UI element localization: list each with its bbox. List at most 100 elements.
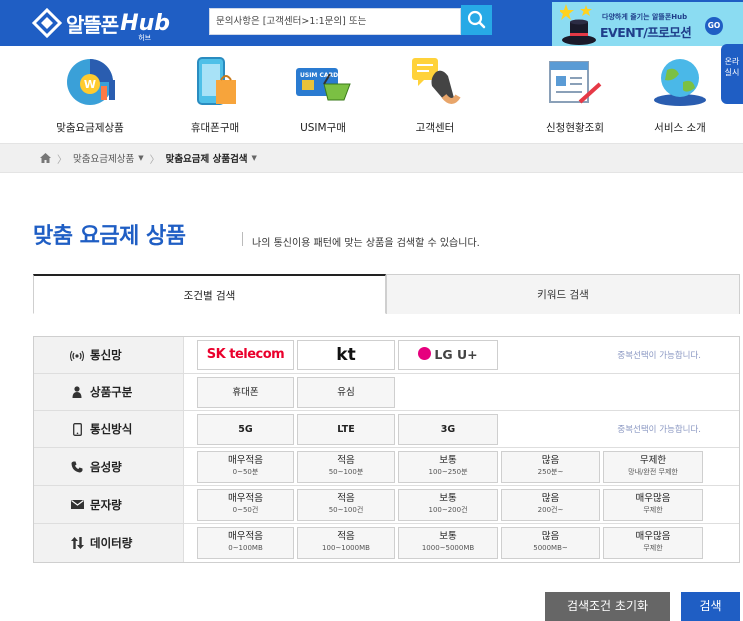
- envelope-icon: [70, 500, 84, 509]
- nav-item-customer-center[interactable]: 고객센터: [385, 46, 485, 143]
- main-nav: W 맞춤요금제상품 휴대폰구매 USIM CARD USIM구매 고객센터 신청…: [0, 46, 743, 143]
- filter-row-carrier: 통신망 SK telecom kt LG U+ 중복선택이 가능합니다.: [34, 337, 739, 374]
- filter-row-voice: 음성량 매우적음 0~50분 적음 50~100분 보통 100~250분 많음…: [34, 448, 739, 486]
- carrier-option-lgu[interactable]: LG U+: [398, 340, 498, 370]
- option-range: 1000~5000MB: [421, 544, 475, 552]
- option-range: 100~250분: [428, 468, 468, 476]
- search-input[interactable]: 문의사항은 [고객센터>1:1문의] 또는: [209, 8, 461, 35]
- data-option-high[interactable]: 많음 5000MB~: [501, 527, 600, 559]
- data-option-very-low[interactable]: 매우적음 0~100MB: [197, 527, 294, 559]
- option-title: 매우적음: [228, 455, 263, 466]
- breadcrumb-item-current[interactable]: 맞춤요금제 상품검색: [166, 151, 248, 165]
- option-title: 적음: [337, 531, 355, 542]
- option-range: 100~1000MB: [322, 544, 370, 552]
- site-logo[interactable]: 알뜰폰 Hub 허브: [32, 6, 170, 42]
- phone-call-icon: [70, 461, 84, 473]
- page-title: 맞춤 요금제 상품: [33, 224, 186, 249]
- network-option-lte[interactable]: LTE: [297, 414, 395, 445]
- option-range: 0~50분: [232, 468, 259, 476]
- option-title: 보통: [439, 455, 457, 466]
- nav-item-application-status[interactable]: 신청현황조회: [520, 46, 630, 143]
- filter-label: 상품구분: [34, 374, 184, 410]
- voice-option-very-low[interactable]: 매우적음 0~50분: [197, 451, 294, 483]
- chevron-down-icon[interactable]: ▼: [252, 154, 257, 162]
- top-header: 알뜰폰 Hub 허브 문의사항은 [고객센터>1:1문의] 또는 다양하게 즐기는…: [0, 0, 743, 46]
- option-range: 무제한: [643, 544, 663, 552]
- sms-option-high[interactable]: 많음 200건~: [501, 489, 600, 521]
- search-icon: [467, 10, 486, 29]
- tab-keyword-search[interactable]: 키워드 검색: [386, 274, 740, 314]
- nav-label: 신청현황조회: [546, 122, 604, 134]
- filter-row-network: 통신방식 5G LTE 3G 중복선택이 가능합니다.: [34, 411, 739, 448]
- event-go-badge[interactable]: GO: [705, 17, 723, 35]
- data-option-low[interactable]: 적음 100~1000MB: [297, 527, 395, 559]
- kt-logo: kt: [336, 345, 356, 365]
- multi-select-note: 중복선택이 가능합니다.: [617, 351, 701, 361]
- side-badge[interactable]: 온라 실시: [721, 44, 743, 104]
- signal-icon: [70, 350, 84, 361]
- tab-condition-search[interactable]: 조건별 검색: [33, 274, 386, 314]
- filter-label-text: 상품구분: [90, 385, 133, 399]
- option-range: 50~100건: [328, 506, 364, 514]
- reset-filters-button[interactable]: 검색조건 초기화: [545, 592, 670, 621]
- event-caption: 다양하게 즐기는 알뜰폰Hub: [602, 13, 688, 21]
- option-title: 매우적음: [228, 531, 263, 542]
- sms-option-low[interactable]: 적음 50~100건: [297, 489, 395, 521]
- product-option-usim[interactable]: 유심: [297, 377, 395, 408]
- svg-text:W: W: [84, 78, 96, 91]
- nav-item-usim-purchase[interactable]: USIM CARD USIM구매: [273, 46, 373, 143]
- phone-shopping-icon: [197, 57, 236, 105]
- filter-label: 음성량: [34, 448, 184, 485]
- logo-text: 알뜰폰: [66, 12, 119, 37]
- breadcrumb-item-rate-plan[interactable]: 맞춤요금제상품: [73, 151, 134, 165]
- product-option-phone[interactable]: 휴대폰: [197, 377, 294, 408]
- event-banner[interactable]: 다양하게 즐기는 알뜰폰Hub EVENT/프로모션 GO: [552, 2, 743, 46]
- customer-center-icon: [412, 58, 461, 104]
- nav-item-service-intro[interactable]: 서비스 소개: [630, 46, 730, 143]
- nav-item-rate-plan[interactable]: W 맞춤요금제상품: [40, 46, 140, 143]
- option-title: 많음: [541, 455, 560, 466]
- data-option-very-high[interactable]: 매우많음 무제한: [603, 527, 703, 559]
- option-title: 매우적음: [228, 493, 263, 504]
- option-title: 무제한: [639, 455, 667, 466]
- page-subtitle: 나의 통신이용 패턴에 맞는 상품을 검색할 수 있습니다.: [252, 238, 480, 249]
- home-icon[interactable]: [40, 153, 51, 163]
- voice-option-low[interactable]: 적음 50~100분: [297, 451, 395, 483]
- carrier-option-sk[interactable]: SK telecom: [197, 340, 294, 370]
- sms-option-normal[interactable]: 보통 100~200건: [398, 489, 498, 521]
- filter-label-text: 통신방식: [90, 422, 133, 436]
- nav-label: 고객센터: [415, 122, 455, 134]
- mobile-phone-icon: [70, 422, 84, 436]
- search-submit-button[interactable]: 검색: [681, 592, 740, 621]
- data-option-normal[interactable]: 보통 1000~5000MB: [398, 527, 498, 559]
- nav-label: 맞춤요금제상품: [56, 122, 124, 134]
- voice-option-high[interactable]: 많음 250분~: [501, 451, 600, 483]
- sms-option-very-high[interactable]: 매우많음 무제한: [603, 489, 703, 521]
- logo-hub: Hub 허브: [120, 11, 170, 42]
- option-title: 많음: [541, 531, 560, 542]
- filter-label: 통신방식: [34, 411, 184, 447]
- option-range: 0~50건: [232, 506, 259, 514]
- voice-option-normal[interactable]: 보통 100~250분: [398, 451, 498, 483]
- nav-item-phone-purchase[interactable]: 휴대폰구매: [165, 46, 265, 143]
- nav-label: 서비스 소개: [654, 122, 706, 134]
- search-button[interactable]: [461, 5, 492, 35]
- chevron-down-icon[interactable]: ▼: [138, 154, 143, 162]
- voice-option-unlimited[interactable]: 무제한 망내/완전 무제한: [603, 451, 703, 483]
- svg-text:USIM CARD: USIM CARD: [300, 72, 338, 79]
- option-range: 망내/완전 무제한: [628, 468, 678, 476]
- network-option-5g[interactable]: 5G: [197, 414, 294, 445]
- filter-label-text: 문자량: [90, 497, 122, 512]
- filter-row-data: 데이터량 매우적음 0~100MB 적음 100~1000MB 보통 1000~…: [34, 524, 739, 562]
- filter-label: 통신망: [34, 337, 184, 373]
- option-title: 보통: [439, 531, 457, 542]
- option-range: 100~200건: [428, 506, 468, 514]
- option-title: 많음: [541, 493, 560, 504]
- network-option-3g[interactable]: 3G: [398, 414, 498, 445]
- sms-option-very-low[interactable]: 매우적음 0~50건: [197, 489, 294, 521]
- carrier-option-kt[interactable]: kt: [297, 340, 395, 370]
- filter-table: 통신망 SK telecom kt LG U+ 중복선택이 가능합니다. 상품구…: [33, 336, 740, 563]
- option-title: 매우많음: [635, 493, 671, 504]
- nav-label: USIM구매: [300, 122, 346, 134]
- search-tabs: 조건별 검색 키워드 검색: [33, 274, 740, 314]
